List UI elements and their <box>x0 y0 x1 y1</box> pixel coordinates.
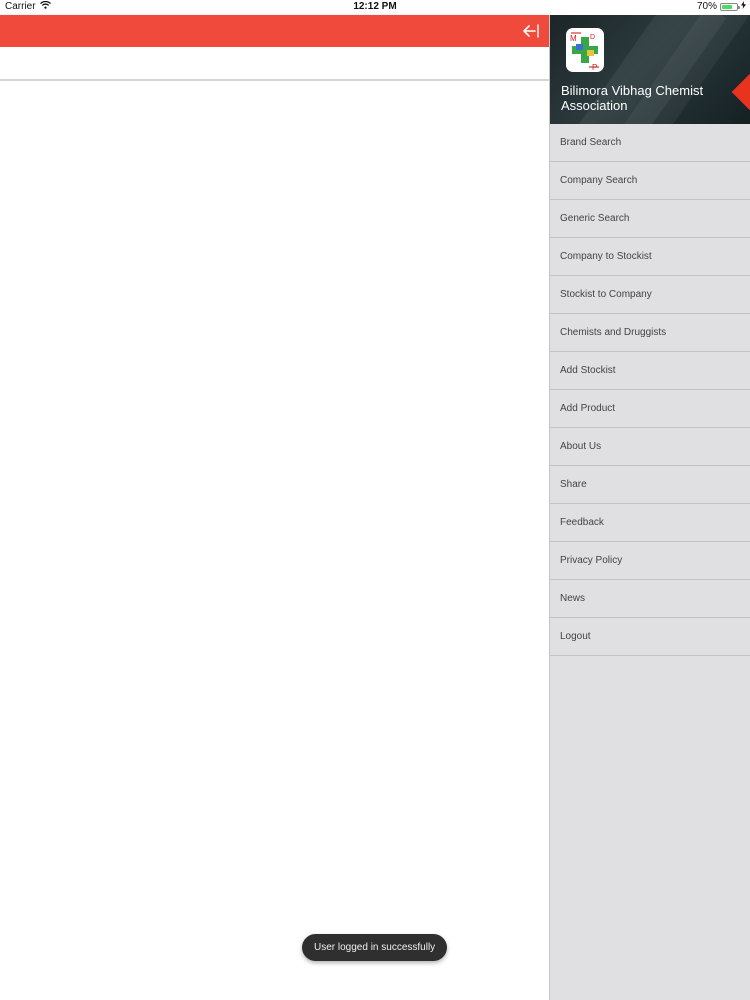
status-bar: Carrier 12:12 PM 70% <box>0 0 750 15</box>
menu-item-logout[interactable]: Logout <box>550 618 750 656</box>
menu-item-chemists-and-druggists[interactable]: Chemists and Druggists <box>550 314 750 352</box>
sub-bar <box>0 47 550 81</box>
association-logo: M D P <box>566 28 604 72</box>
logo-letter-p: P <box>592 63 597 72</box>
menu-item-company-to-stockist[interactable]: Company to Stockist <box>550 238 750 276</box>
menu-item-share[interactable]: Share <box>550 466 750 504</box>
logo-letter-m: M <box>570 34 577 43</box>
charging-icon <box>741 1 746 12</box>
main-content-area <box>0 81 550 1000</box>
menu-item-company-search[interactable]: Company Search <box>550 162 750 200</box>
drawer-header: M D P Bilimora Vibhag Chemist Associatio… <box>550 15 750 124</box>
battery-icon <box>720 2 740 11</box>
toast-message: User logged in successfully <box>302 934 448 961</box>
drawer-close-arrow-icon[interactable] <box>522 22 540 40</box>
navigation-drawer: M D P Bilimora Vibhag Chemist Associatio… <box>549 15 750 1000</box>
menu-item-brand-search[interactable]: Brand Search <box>550 124 750 162</box>
menu-item-news[interactable]: News <box>550 580 750 618</box>
drawer-title: Bilimora Vibhag Chemist Association <box>561 83 704 113</box>
menu-item-about-us[interactable]: About Us <box>550 428 750 466</box>
app-bar <box>0 15 550 47</box>
menu-item-add-product[interactable]: Add Product <box>550 390 750 428</box>
menu-item-feedback[interactable]: Feedback <box>550 504 750 542</box>
logo-letter-d: D <box>590 34 595 41</box>
drawer-menu: Brand Search Company Search Generic Sear… <box>550 124 750 656</box>
status-right: 70% <box>697 1 746 12</box>
menu-item-stockist-to-company[interactable]: Stockist to Company <box>550 276 750 314</box>
menu-item-privacy-policy[interactable]: Privacy Policy <box>550 542 750 580</box>
menu-item-add-stockist[interactable]: Add Stockist <box>550 352 750 390</box>
menu-item-generic-search[interactable]: Generic Search <box>550 200 750 238</box>
battery-percent: 70% <box>696 1 717 12</box>
clock: 12:12 PM <box>353 1 397 12</box>
battery-fill <box>722 4 732 9</box>
decorative-red-shape <box>731 73 750 111</box>
